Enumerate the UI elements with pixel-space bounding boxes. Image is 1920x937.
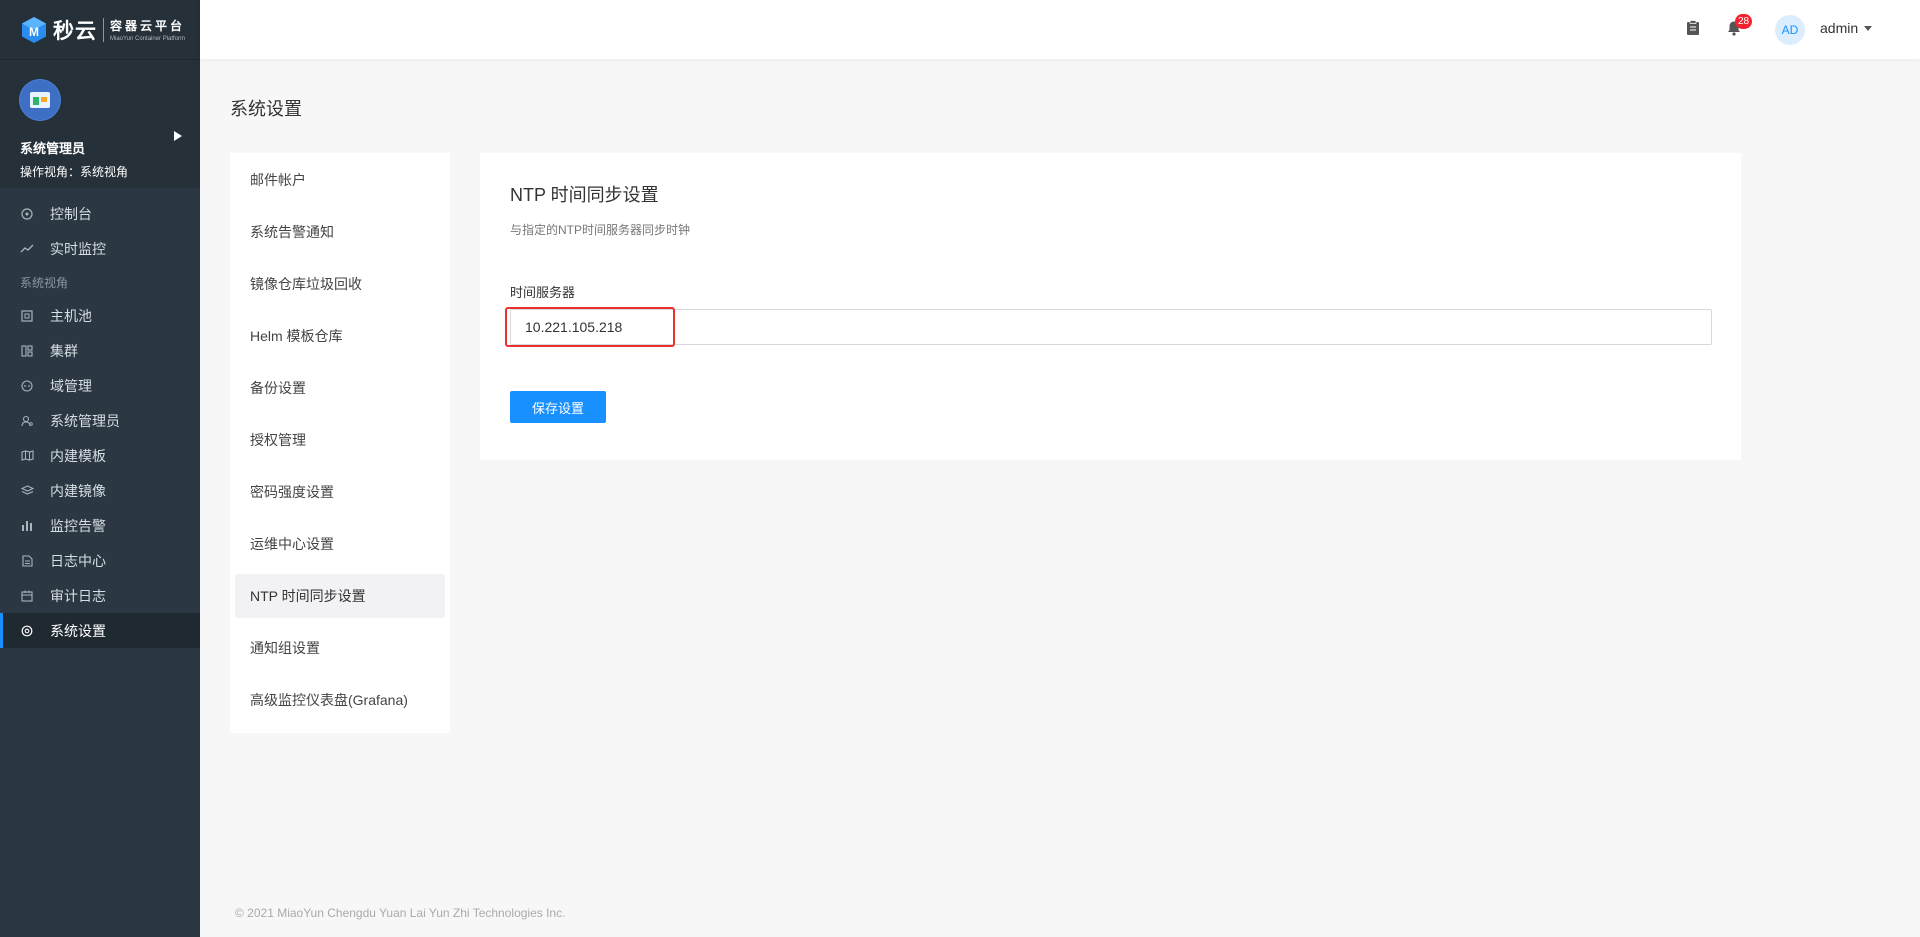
monitor-icon [30,92,50,108]
settings-item-ops-center[interactable]: 运维中心设置 [235,522,445,566]
panel-title: NTP 时间同步设置 [510,185,659,205]
brand-name: 秒云 [53,19,97,43]
top-header: 28 AD admin [200,0,1920,59]
settings-item-notify-group[interactable]: 通知组设置 [235,626,445,670]
logo[interactable]: M 秒云 容器云平台 MiaoYun Container Platform [0,0,200,59]
dashboard-icon [20,207,34,221]
settings-icon [20,624,34,638]
settings-item-grafana[interactable]: 高级监控仪表盘(Grafana) [235,678,445,722]
sidebar-item-builtin-template[interactable]: 内建模板 [0,438,200,473]
clipboard-icon[interactable] [1686,20,1700,36]
sidebar-item-log-center[interactable]: 日志中心 [0,543,200,578]
sidebar-item-label: 系统设置 [50,622,106,639]
page-title: 系统设置 [230,99,302,119]
sidebar-item-realtime-monitor[interactable]: 实时监控 [0,231,200,266]
sidebar-item-audit-log[interactable]: 审计日志 [0,578,200,613]
settings-item-backup[interactable]: 备份设置 [235,366,445,410]
sidebar-item-monitor-alert[interactable]: 监控告警 [0,508,200,543]
line-chart-icon [20,242,34,256]
sidebar-item-label: 系统管理员 [50,412,120,429]
sidebar-nav: 控制台 实时监控 系统视角 主机池 集群 域管理 系统管理员 内建模板 内建镜像… [0,188,200,648]
footer-copyright: © 2021 MiaoYun Chengdu Yuan Lai Yun Zhi … [235,906,566,920]
settings-item-password-strength[interactable]: 密码强度设置 [235,470,445,514]
sidebar-item-label: 集群 [50,342,78,359]
template-icon [20,449,34,463]
time-server-input[interactable]: 10.221.105.218 [505,307,1712,347]
logo-divider [103,17,104,42]
sidebar-item-host-pool[interactable]: 主机池 [0,298,200,333]
calendar-icon [20,589,34,603]
expand-arrow-icon[interactable] [174,131,182,141]
sidebar-item-label: 域管理 [50,377,92,394]
settings-item-license[interactable]: 授权管理 [235,418,445,462]
domain-icon [20,379,34,393]
settings-item-helm-repo[interactable]: Helm 模板仓库 [235,314,445,358]
sidebar-item-label: 内建模板 [50,447,106,464]
sidebar-item-label: 监控告警 [50,517,106,534]
notification-badge: 28 [1735,14,1753,29]
sidebar-item-builtin-image[interactable]: 内建镜像 [0,473,200,508]
user-name: 系统管理员 [20,141,86,156]
panel-description: 与指定的NTP时间服务器同步时钟 [510,223,691,237]
save-settings-button[interactable]: 保存设置 [510,391,606,423]
settings-item-registry-gc[interactable]: 镜像仓库垃圾回收 [235,262,445,306]
sidebar-item-label: 主机池 [50,307,92,324]
user-role: 操作视角：系统视角 [20,165,129,179]
cluster-icon [20,344,34,358]
sidebar-item-label: 审计日志 [50,587,106,604]
sidebar-item-label: 控制台 [50,205,92,222]
sidebar-item-system-settings[interactable]: 系统设置 [0,613,200,648]
brand-subtitle: 容器云平台 MiaoYun Container Platform [110,17,185,42]
sidebar: M 秒云 容器云平台 MiaoYun Container Platform 系统… [0,0,200,937]
user-menu[interactable]: admin [1820,20,1873,36]
avatar[interactable]: AD [1775,15,1805,45]
user-avatar [20,80,60,120]
user-admin-icon [20,414,34,428]
chevron-down-icon [1864,25,1873,31]
sidebar-item-label: 内建镜像 [50,482,106,499]
time-server-label: 时间服务器 [510,285,576,300]
log-icon [20,554,34,568]
sidebar-item-cluster[interactable]: 集群 [0,333,200,368]
brand-subtitle-cn: 容器云平台 [110,19,186,33]
ntp-settings-panel: NTP 时间同步设置 与指定的NTP时间服务器同步时钟 时间服务器 10.221… [480,153,1741,460]
brand-subtitle-en: MiaoYun Container Platform [110,36,186,42]
sidebar-item-system-admin[interactable]: 系统管理员 [0,403,200,438]
sidebar-item-domain[interactable]: 域管理 [0,368,200,403]
sidebar-item-label: 日志中心 [50,552,106,569]
bar-chart-icon [20,519,34,533]
logo-icon: M [22,16,46,43]
settings-item-mail-account[interactable]: 邮件帐户 [235,158,445,202]
layers-icon [20,484,34,498]
username: admin [1820,20,1859,36]
nav-section-label: 系统视角 [20,275,69,290]
host-icon [20,309,34,323]
settings-item-ntp[interactable]: NTP 时间同步设置 [235,574,445,618]
settings-menu: 邮件帐户 系统告警通知 镜像仓库垃圾回收 Helm 模板仓库 备份设置 授权管理… [230,153,450,733]
time-server-value: 10.221.105.218 [525,319,623,335]
user-panel[interactable]: 系统管理员 操作视角：系统视角 [0,59,200,188]
svg-text:M: M [29,25,39,39]
sidebar-item-dashboard[interactable]: 控制台 [0,196,200,231]
settings-item-alert-notify[interactable]: 系统告警通知 [235,210,445,254]
sidebar-item-label: 实时监控 [50,240,106,257]
